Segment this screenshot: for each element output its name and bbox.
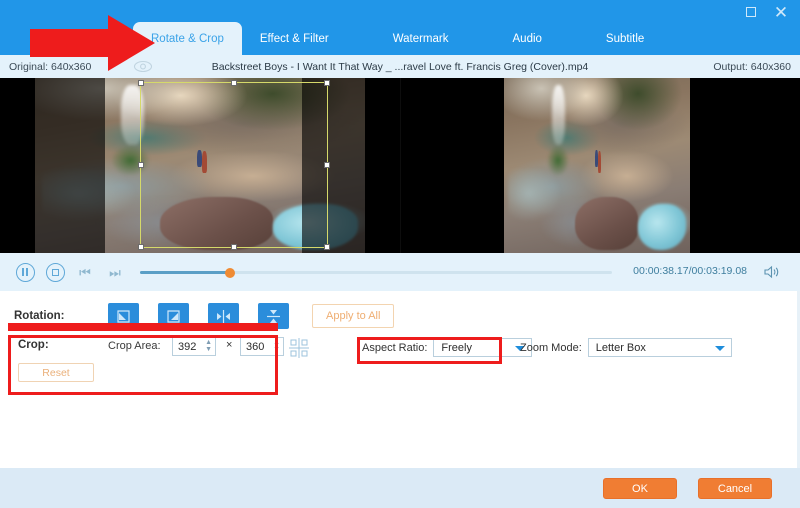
tab-label: Watermark [392, 32, 449, 45]
reset-button[interactable]: Reset [18, 363, 94, 382]
flip-horizontal-icon [217, 309, 230, 323]
rotate-left-button[interactable] [108, 303, 139, 329]
zoom-mode-select[interactable]: Letter Box [587, 338, 732, 357]
output-resolution-label: Output: 640x360 [713, 60, 791, 73]
next-frame-icon: ⏭ [109, 264, 121, 280]
previous-frame-button[interactable]: ⏮ [74, 261, 96, 283]
rotate-right-button[interactable] [158, 303, 189, 329]
tab-effect-filter[interactable]: Effect & Filter [242, 22, 347, 55]
timecode-label: 00:00:38.17/00:03:19.08 [633, 265, 747, 277]
apply-to-all-button[interactable]: Apply to All [312, 304, 395, 328]
crop-label: Crop: [18, 339, 49, 351]
crop-dimension-separator: × [226, 339, 233, 351]
tab-label: Audio [512, 32, 542, 45]
tab-rotate-crop[interactable]: Rotate & Crop [133, 22, 242, 55]
stop-button[interactable] [44, 261, 66, 283]
aspect-ratio-label: Aspect Ratio: [362, 341, 428, 354]
previous-frame-icon: ⏮ [79, 264, 91, 280]
crop-settings-group: Crop: Crop Area: 392 ▲ ▼ × 360 ▲ ▼ Reset [14, 337, 284, 385]
flip-vertical-button[interactable] [258, 303, 289, 329]
crosshair-move-icon[interactable] [289, 338, 309, 358]
source-preview-pane[interactable] [0, 78, 400, 253]
aspect-ratio-value: Freely [441, 341, 472, 354]
rotation-row: Rotation: Apply to All [14, 303, 395, 329]
dialog-footer: OK Cancel [0, 468, 800, 508]
rotation-label: Rotation: [14, 310, 65, 322]
ok-button[interactable]: OK [603, 478, 677, 499]
settings-panel: Rotation: Apply to All Crop: Crop Area: … [0, 291, 800, 468]
rotate-counterclockwise-icon [117, 309, 130, 323]
aspect-ratio-select[interactable]: Freely [433, 338, 533, 357]
crop-height-stepper[interactable]: ▲ ▼ [273, 339, 280, 353]
video-editor-dialog: ✕ Rotate & Crop Effect & Filter Watermar… [0, 0, 800, 508]
tab-label: Rotate & Crop [151, 32, 224, 45]
info-bar: Original: 640x360 Backstreet Boys - I Wa… [0, 55, 800, 78]
crop-area-label: Crop Area: [108, 340, 161, 352]
tab-label: Effect & Filter [259, 32, 329, 45]
source-video-frame [35, 78, 365, 253]
tab-bar: Rotate & Crop Effect & Filter Watermark … [133, 22, 662, 55]
maximize-icon[interactable] [742, 3, 760, 21]
pause-icon [15, 262, 35, 282]
chevron-down-icon [714, 346, 725, 351]
zoom-mode-group: Zoom Mode: Letter Box [520, 338, 732, 357]
window-controls: ✕ [742, 3, 790, 21]
next-frame-button[interactable]: ⏭ [104, 261, 126, 283]
close-icon[interactable]: ✕ [772, 3, 790, 21]
crop-width-input[interactable]: 392 ▲ ▼ [172, 337, 216, 356]
crop-width-stepper[interactable]: ▲ ▼ [205, 339, 212, 353]
video-scene-output [504, 78, 690, 253]
output-video-frame [504, 78, 690, 253]
preview-area [0, 78, 800, 253]
crop-height-value: 360 [246, 340, 265, 353]
progress-fill [140, 271, 230, 274]
crop-height-input[interactable]: 360 ▲ ▼ [240, 337, 284, 356]
aspect-ratio-group: Aspect Ratio: Freely [362, 338, 533, 357]
flip-vertical-icon [267, 309, 280, 323]
zoom-mode-value: Letter Box [595, 341, 646, 354]
tab-audio[interactable]: Audio [495, 22, 560, 55]
file-title-label: Backstreet Boys - I Want It That Way _ .… [211, 60, 589, 73]
tab-watermark[interactable]: Watermark [375, 22, 467, 55]
crop-width-value: 392 [178, 340, 197, 353]
tab-subtitle[interactable]: Subtitle [588, 22, 662, 55]
zoom-mode-label: Zoom Mode: [520, 341, 582, 354]
player-controls-bar: ⏮ ⏭ 00:00:38.17/00:03:19.08 [0, 253, 800, 291]
volume-icon[interactable] [764, 265, 780, 279]
crop-dim-right [302, 78, 365, 253]
progress-knob[interactable] [224, 267, 235, 278]
stop-icon [45, 262, 65, 282]
rotate-clockwise-icon [167, 309, 180, 323]
cancel-button[interactable]: Cancel [698, 478, 772, 499]
playback-progress-slider[interactable] [140, 267, 612, 278]
pause-button[interactable] [14, 261, 36, 283]
output-preview-pane[interactable] [400, 78, 800, 253]
crop-dim-left [35, 78, 105, 253]
flip-horizontal-button[interactable] [208, 303, 239, 329]
tab-label: Subtitle [605, 32, 645, 45]
